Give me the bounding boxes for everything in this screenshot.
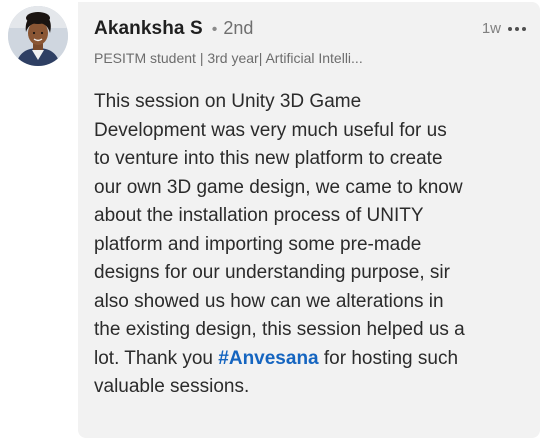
comment-body-line: the existing design, this session helped… <box>94 319 465 340</box>
comment-body-line: platform and importing some pre-made <box>94 233 422 255</box>
line-text-after-hashtag: for hosting such <box>318 347 459 369</box>
more-dot <box>522 26 526 31</box>
comment-body-line: Development was very much useful for us <box>94 119 447 141</box>
more-dot <box>508 26 512 31</box>
hashtag-link[interactable]: #Anvesana <box>218 348 318 369</box>
connection-degree: 2nd <box>223 18 254 38</box>
comment-body-line: This session on Unity 3D Game <box>94 91 362 112</box>
comment-bubble: Akanksha S • 2nd 1w PESITM student | 3rd… <box>78 2 540 438</box>
comment-meta: 1w <box>482 20 528 37</box>
comment-body-line: also showed us how can we alterations in <box>94 290 444 312</box>
avatar[interactable] <box>8 6 68 66</box>
author-name[interactable]: Akanksha S <box>94 18 203 40</box>
comment-body: This session on Unity 3D Game Developmen… <box>94 88 534 402</box>
profile-photo <box>8 6 68 66</box>
more-horizontal-icon[interactable] <box>506 23 528 35</box>
comment-body-line: our own 3D game design, we came to know <box>94 176 463 198</box>
more-dot <box>515 26 519 31</box>
comment-body-line-with-hashtag: lot. Thank you #Anvesana for hosting suc… <box>94 345 534 374</box>
comment-header: Akanksha S • 2nd <box>94 18 253 40</box>
comment-item: Akanksha S • 2nd 1w PESITM student | 3rd… <box>0 0 540 439</box>
line-text-before-hashtag: lot. Thank you <box>94 347 219 369</box>
comment-timestamp: 1w <box>481 20 501 37</box>
comment-body-line: to venture into this new platform to cre… <box>94 148 443 169</box>
comment-body-line: about the installation process of UNITY <box>94 205 424 226</box>
comment-body-line: designs for our understanding purpose, s… <box>94 262 450 283</box>
comment-body-line: valuable sessions. <box>94 376 250 397</box>
author-headline: PESITM student | 3rd year| Artificial In… <box>94 50 363 66</box>
separator-dot: • <box>211 21 218 38</box>
